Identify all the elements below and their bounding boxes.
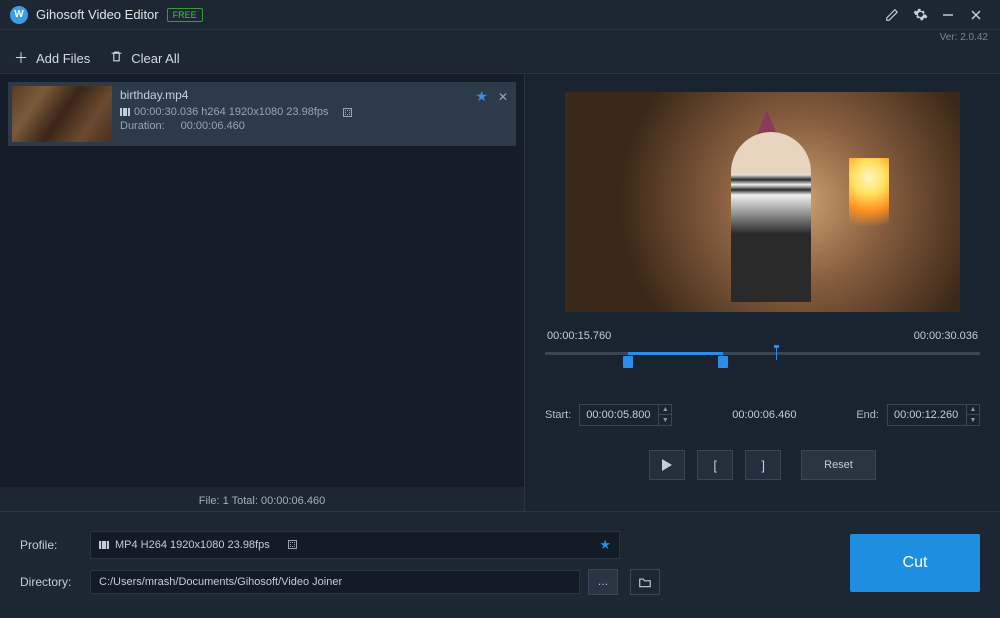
- timeline-slider[interactable]: [545, 346, 980, 376]
- free-badge: FREE: [167, 8, 203, 22]
- file-list-pane: birthday.mp4 00:00:30.036 h264 1920x1080…: [0, 74, 525, 511]
- file-meta: birthday.mp4 00:00:30.036 h264 1920x1080…: [112, 86, 512, 142]
- film-icon: [120, 108, 130, 116]
- start-label: Start:: [545, 409, 571, 421]
- start-spin-up[interactable]: ▲: [659, 405, 671, 415]
- resolution-icon: [343, 108, 352, 117]
- file-name: birthday.mp4: [120, 88, 504, 102]
- end-spin-down[interactable]: ▼: [967, 415, 979, 425]
- playhead-time: 00:00:15.760: [547, 330, 611, 342]
- plus-icon: ＋: [14, 48, 28, 68]
- film-icon: [99, 541, 109, 549]
- start-handle[interactable]: [623, 356, 633, 368]
- reset-button[interactable]: Reset: [801, 450, 876, 480]
- profile-value: MP4 H264 1920x1080 23.98fps: [115, 539, 270, 551]
- open-folder-button[interactable]: [630, 569, 660, 595]
- close-button[interactable]: [962, 1, 990, 29]
- start-spin-down[interactable]: ▼: [659, 415, 671, 425]
- preview-pane: 00:00:15.760 00:00:30.036 Start: ▲▼ 00:0…: [525, 74, 1000, 511]
- bottom-bar: Profile: MP4 H264 1920x1080 23.98fps ★ D…: [0, 511, 1000, 613]
- end-label: End:: [856, 409, 879, 421]
- add-files-label: Add Files: [36, 51, 90, 66]
- minimize-button[interactable]: [934, 1, 962, 29]
- app-logo-icon: W: [10, 6, 28, 24]
- start-time-input[interactable]: [579, 404, 659, 426]
- star-icon[interactable]: ★: [475, 88, 488, 105]
- mark-out-button[interactable]: ]: [745, 450, 781, 480]
- app-title: Gihosoft Video Editor: [36, 7, 159, 22]
- settings-gear-icon[interactable]: [906, 1, 934, 29]
- resolution-icon: [288, 540, 297, 549]
- version-label: Ver: 2.0.42: [0, 30, 1000, 43]
- mark-in-button[interactable]: [: [697, 450, 733, 480]
- end-handle[interactable]: [718, 356, 728, 368]
- video-preview[interactable]: [565, 92, 960, 312]
- file-stats: File: 1 Total: 00:00:06.460: [0, 487, 524, 511]
- duration-display: 00:00:06.460: [732, 409, 796, 421]
- trash-icon: [110, 50, 123, 66]
- directory-input[interactable]: [90, 570, 580, 594]
- file-thumbnail: [12, 86, 112, 142]
- file-item[interactable]: birthday.mp4 00:00:30.036 h264 1920x1080…: [8, 82, 516, 146]
- toolbar: ＋ Add Files Clear All: [0, 43, 1000, 73]
- clear-all-button[interactable]: Clear All: [110, 50, 179, 66]
- play-button[interactable]: [649, 450, 685, 480]
- directory-label: Directory:: [20, 575, 78, 589]
- edit-icon[interactable]: [878, 1, 906, 29]
- file-info: 00:00:30.036 h264 1920x1080 23.98fps: [134, 106, 329, 118]
- star-icon[interactable]: ★: [599, 537, 611, 553]
- profile-label: Profile:: [20, 538, 78, 552]
- profile-select[interactable]: MP4 H264 1920x1080 23.98fps ★: [90, 531, 620, 559]
- playhead-marker[interactable]: [776, 346, 777, 360]
- cut-button[interactable]: Cut: [850, 534, 980, 592]
- add-files-button[interactable]: ＋ Add Files: [14, 48, 90, 68]
- titlebar: W Gihosoft Video Editor FREE: [0, 0, 1000, 30]
- main-area: birthday.mp4 00:00:30.036 h264 1920x1080…: [0, 73, 1000, 511]
- remove-file-icon[interactable]: ✕: [498, 90, 508, 104]
- duration-value: 00:00:06.460: [181, 120, 245, 132]
- end-spin-up[interactable]: ▲: [967, 405, 979, 415]
- end-time-input[interactable]: [887, 404, 967, 426]
- browse-button[interactable]: …: [588, 569, 618, 595]
- total-time: 00:00:30.036: [914, 330, 978, 342]
- clear-all-label: Clear All: [131, 51, 179, 66]
- duration-label: Duration:: [120, 120, 165, 132]
